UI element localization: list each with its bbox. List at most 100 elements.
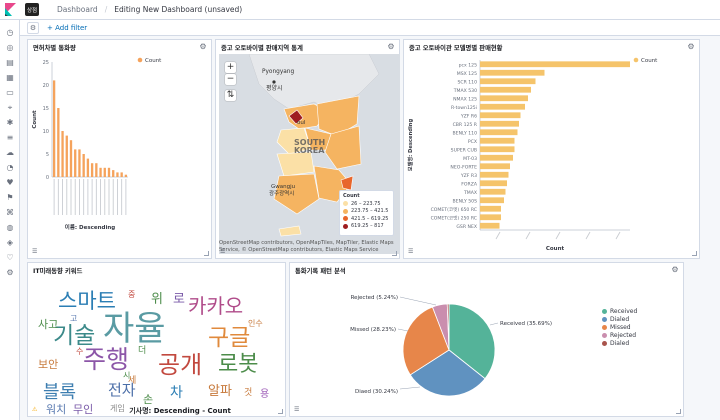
legend-item[interactable]: Dialed [602,339,637,347]
bar[interactable] [480,86,531,93]
map-pin-icon[interactable]: ⌖ [5,103,15,113]
briefcase-icon[interactable]: ▭ [5,88,15,98]
word-cloud-term[interactable]: 공개 [158,351,202,379]
panel-resize-handle[interactable] [676,409,681,414]
panel-options-gear-icon[interactable]: ⚙ [687,43,695,51]
word-cloud-term[interactable]: 용 [260,388,269,400]
bar[interactable] [65,135,68,177]
word-cloud-term[interactable]: 손 [143,393,153,406]
panel-resize-handle[interactable] [278,409,283,414]
bar[interactable] [57,108,60,177]
panel-options-gear-icon[interactable]: ⚙ [199,43,207,51]
word-cloud-term[interactable]: 차 [170,385,183,401]
bar[interactable] [480,171,509,178]
legend-label[interactable]: Count [641,58,658,64]
bar[interactable] [480,78,536,85]
word-cloud-term[interactable]: 사고 [38,318,58,331]
compass-icon[interactable]: ◎ [5,43,15,53]
space-avatar[interactable]: 상점 [25,3,39,16]
bar[interactable] [95,163,98,177]
bar[interactable] [86,158,90,177]
legend-item[interactable]: Dialed [602,315,637,323]
region-map[interactable]: Pyongyang 평양시 oul SOUTH KOREA Gwangju 광주… [219,54,400,254]
word-cloud-term[interactable]: 고 [70,314,77,323]
word-cloud-term[interactable]: 구글 [208,325,250,351]
zoom-out-button[interactable]: − [225,74,236,85]
add-filter-link[interactable]: + Add filter [47,24,87,32]
warning-icon[interactable]: ⚠ [32,407,39,413]
uptime-icon[interactable]: ♥ [5,178,15,188]
bar[interactable] [116,172,119,177]
chart-icon[interactable]: ▤ [5,58,15,68]
gear-icon[interactable]: ⚙ [5,268,15,278]
dev-tools-icon[interactable]: ⌘ [5,208,15,218]
legend-toggle-icon[interactable]: ☰ [32,249,39,255]
legend-label[interactable]: Count [145,58,162,64]
word-cloud-term[interactable]: 로 [173,292,185,307]
bug-icon[interactable]: ✱ [5,118,15,128]
bar[interactable] [480,222,500,229]
fit-bounds-button[interactable]: ⇅ [225,90,236,101]
bar[interactable] [107,167,111,177]
bar[interactable] [90,163,94,177]
clock-icon[interactable]: ◷ [5,28,15,38]
bar[interactable] [52,80,56,177]
legend-item[interactable]: Missed [602,323,637,331]
word-cloud-term[interactable]: 카카오 [188,294,243,318]
word-cloud-term[interactable]: 보안 [38,358,58,371]
legend-toggle-icon[interactable]: ☰ [294,407,301,413]
panel-resize-handle[interactable] [204,251,209,256]
kibana-logo-icon[interactable] [0,0,20,20]
bar[interactable] [480,188,506,195]
bar[interactable] [480,214,501,221]
word-cloud-term[interactable]: 로봇 [218,352,258,377]
word-cloud-term[interactable]: 더 [138,345,146,356]
breadcrumb-dashboard[interactable]: Dashboard [57,5,98,14]
bar[interactable] [99,167,102,177]
bar[interactable] [61,131,64,177]
bar[interactable] [480,205,501,212]
bar[interactable] [480,69,545,76]
word-cloud-term[interactable]: 위 [151,292,163,307]
panel-options-gear-icon[interactable]: ⚙ [387,43,395,51]
bar[interactable] [480,103,525,110]
word-cloud-term[interactable]: 알파 [208,384,232,399]
dashboard-icon[interactable]: ▦ [5,73,15,83]
bar[interactable] [112,170,115,177]
bar[interactable] [480,197,504,204]
word-cloud-term[interactable]: 게임 [110,403,125,413]
panel-resize-handle[interactable] [692,251,697,256]
monitoring-icon[interactable]: ◍ [5,223,15,233]
bar[interactable] [480,112,521,119]
word-cloud-term[interactable]: 인수 [248,318,263,328]
cloud-icon[interactable]: ☁ [5,148,15,158]
panel-resize-handle[interactable] [392,251,397,256]
bar[interactable] [103,167,106,177]
bar[interactable] [480,137,515,144]
legend-toggle-icon[interactable]: ☰ [220,249,227,255]
word-cloud-term[interactable]: 시 [123,371,130,380]
bar[interactable] [480,146,515,153]
zoom-in-button[interactable]: + [225,62,236,73]
security-icon[interactable]: ◈ [5,238,15,248]
legend-item[interactable]: Received [602,307,637,315]
word-cloud-term[interactable]: 주행 [83,345,129,374]
bar[interactable] [82,154,85,177]
bar[interactable] [74,149,77,177]
stack-icon[interactable]: ≡ [5,133,15,143]
word-cloud-term[interactable]: 것 [244,387,252,398]
bar[interactable] [78,149,81,177]
bar[interactable] [480,163,510,170]
panel-options-gear-icon[interactable]: ⚙ [671,266,679,274]
word-cloud-term[interactable]: 중 [128,290,135,299]
bar[interactable] [480,180,507,187]
heart-icon[interactable]: ♡ [5,253,15,263]
word-cloud-term[interactable]: 수 [76,347,83,356]
bar[interactable] [480,61,630,68]
word-cloud-term[interactable]: 블록 [43,382,76,403]
bar[interactable] [480,129,518,136]
bar[interactable] [124,174,128,177]
bar[interactable] [480,154,513,161]
bar[interactable] [120,172,123,177]
apm-icon[interactable]: ◔ [5,163,15,173]
